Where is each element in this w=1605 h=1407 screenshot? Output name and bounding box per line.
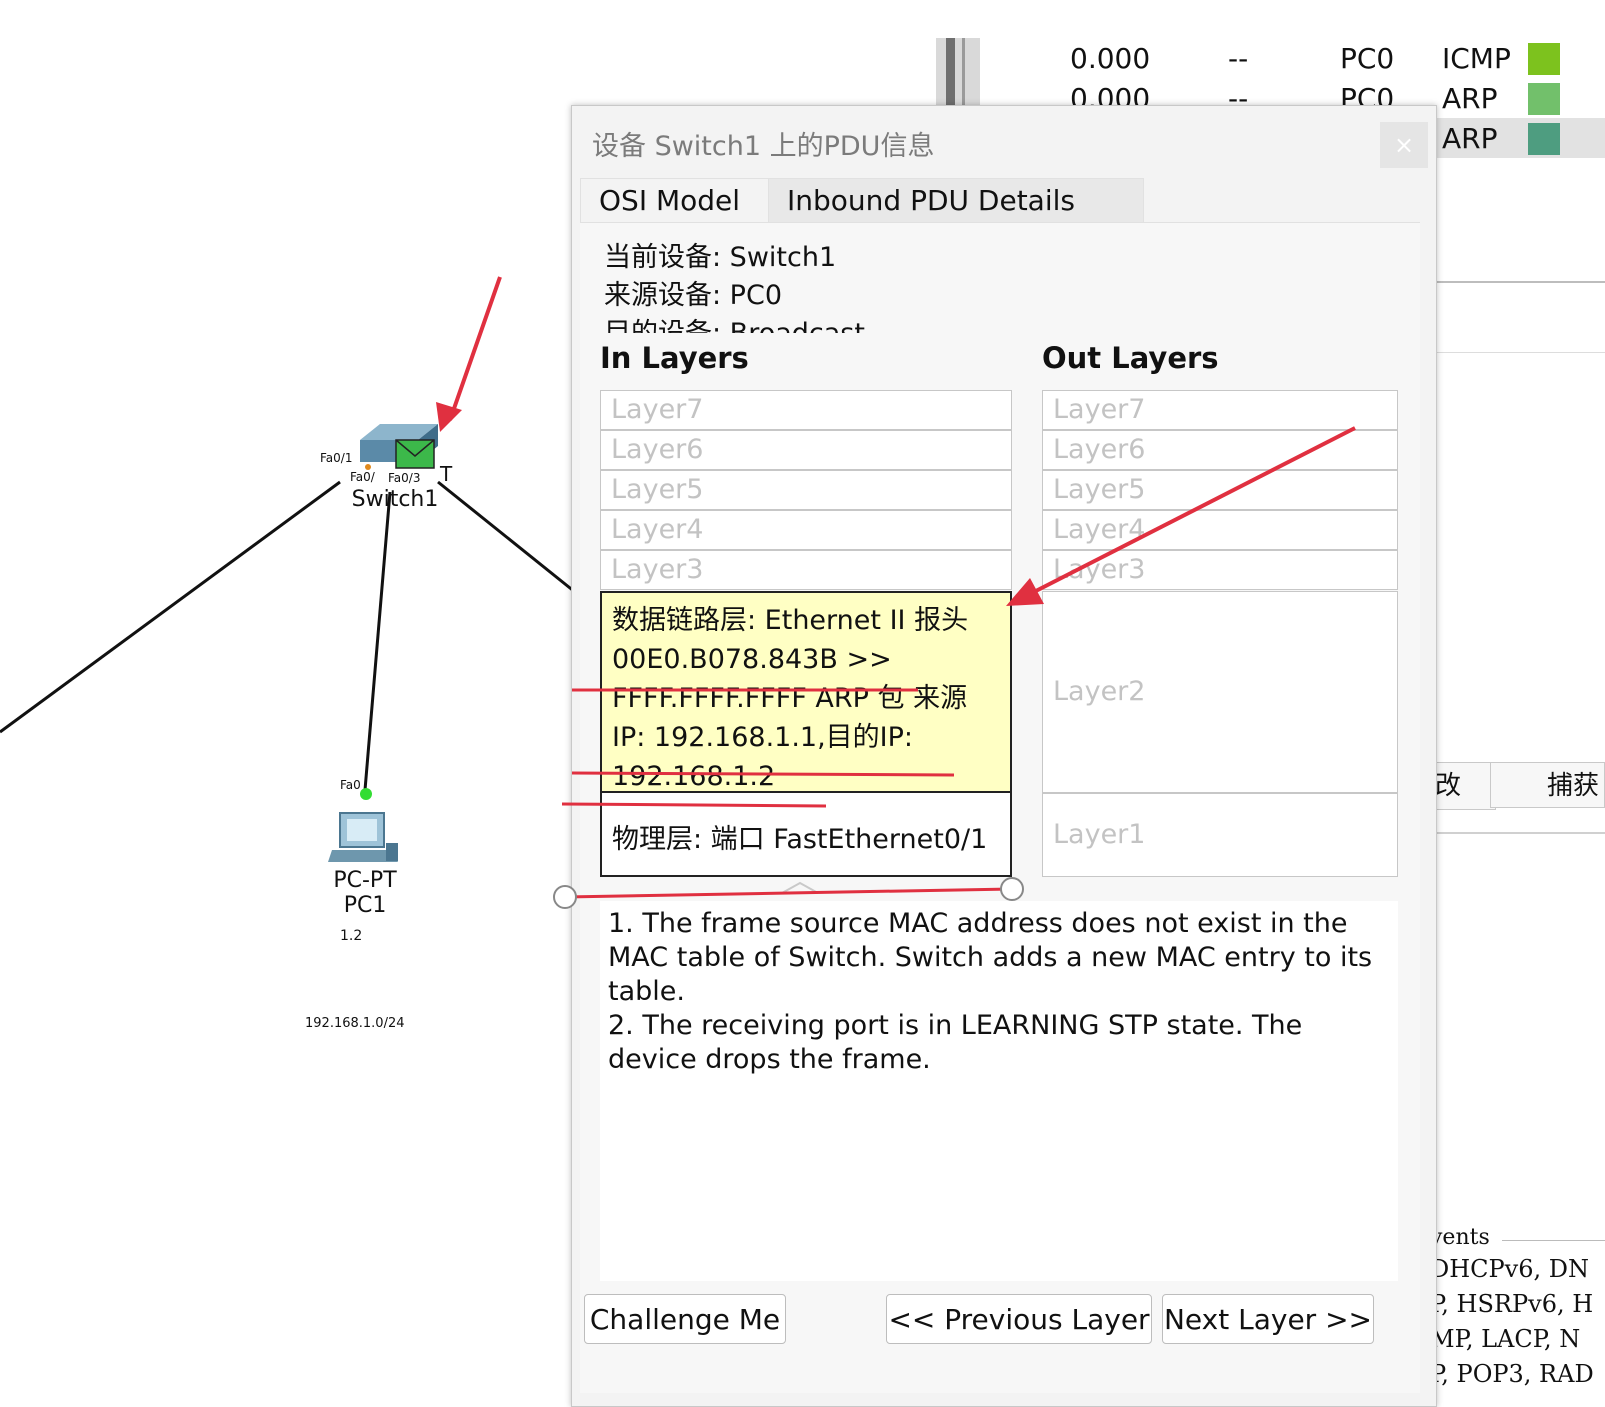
event-at-device: PC0 xyxy=(1340,42,1395,75)
source-device: 来源设备: PC0 xyxy=(604,280,782,311)
osi-model-panel: 当前设备: Switch1 来源设备: PC0 目的设备: Broadcast … xyxy=(580,222,1420,1393)
event-row[interactable]: 0.000 -- PC0 ICMP xyxy=(980,38,1605,78)
in-layers-title: In Layers xyxy=(600,341,749,375)
filter-text: MP, LACP, N xyxy=(1430,1325,1581,1353)
filter-text: P, POP3, RAD xyxy=(1430,1360,1594,1388)
switch-suffix: T xyxy=(440,462,453,486)
scrollbar-track xyxy=(962,38,965,106)
out-layers-title: Out Layers xyxy=(1042,341,1219,375)
filter-text: P, HSRPv6, H xyxy=(1430,1290,1594,1318)
splitter-handle[interactable] xyxy=(780,881,820,895)
out-layer-4[interactable]: Layer4 xyxy=(1042,510,1398,550)
event-type: ARP xyxy=(1442,122,1498,155)
out-layer-1[interactable]: Layer1 xyxy=(1042,793,1398,877)
datalink-line: 00E0.B078.843B >> xyxy=(612,644,892,675)
side-button-label: 改 xyxy=(1435,771,1462,801)
capture-button[interactable]: 捕获 xyxy=(1490,762,1605,808)
capture-button-label: 捕获 xyxy=(1547,771,1600,801)
description-panel: 1. The frame source MAC address does not… xyxy=(600,901,1398,1281)
pdu-envelope-icon xyxy=(395,439,435,469)
datalink-line: FFFF.FFFF.FFFF ARP 包 来源 xyxy=(612,683,968,714)
description-line: 2. The receiving port is in LEARNING STP… xyxy=(608,1010,1303,1075)
event-time: 0.000 xyxy=(1070,42,1151,75)
out-layer-2[interactable]: Layer2 xyxy=(1042,591,1398,793)
event-color-swatch xyxy=(1528,43,1560,75)
destination-device: 目的设备: Broadcast xyxy=(604,311,865,333)
datalink-line: 数据链路层: Ethernet II 报头 xyxy=(612,605,969,636)
link-line xyxy=(363,491,392,791)
pc-name-label[interactable]: PC1 xyxy=(320,893,410,918)
in-layer-3[interactable]: Layer3 xyxy=(600,550,1012,590)
next-layer-button[interactable]: Next Layer >> xyxy=(1162,1294,1374,1344)
in-layer-2-datalink[interactable]: 数据链路层: Ethernet II 报头 00E0.B078.843B >> … xyxy=(600,591,1012,793)
event-color-swatch xyxy=(1528,83,1560,115)
in-layer-5[interactable]: Layer5 xyxy=(600,470,1012,510)
event-type: ARP xyxy=(1442,82,1498,115)
in-layer-1-physical[interactable]: 物理层: 端口 FastEthernet0/1 xyxy=(600,791,1012,877)
out-layer-5[interactable]: Layer5 xyxy=(1042,470,1398,510)
filter-text: DHCPv6, DN xyxy=(1430,1255,1590,1283)
datalink-line: IP: 192.168.1.1,目的IP: xyxy=(612,722,914,753)
current-device: 当前设备: Switch1 xyxy=(604,242,837,273)
tab-label: Inbound PDU Details xyxy=(787,184,1075,217)
out-layer-6[interactable]: Layer6 xyxy=(1042,430,1398,470)
scrollbar-thumb[interactable] xyxy=(946,38,955,106)
challenge-me-button[interactable]: Challenge Me xyxy=(584,1294,786,1344)
previous-layer-button[interactable]: << Previous Layer xyxy=(886,1294,1152,1344)
event-color-swatch xyxy=(1528,123,1560,155)
event-filter-title: vents xyxy=(1430,1225,1490,1250)
panel-divider xyxy=(1433,352,1605,353)
panel-divider xyxy=(1433,832,1605,834)
event-list-scrollbar[interactable] xyxy=(936,38,980,106)
description-line: 1. The frame source MAC address does not… xyxy=(608,908,1373,1007)
pc-icon xyxy=(328,812,398,862)
in-layer-4[interactable]: Layer4 xyxy=(600,510,1012,550)
event-type: ICMP xyxy=(1442,42,1511,75)
switch-label[interactable]: Switch1 xyxy=(350,487,440,512)
out-layer-3[interactable]: Layer3 xyxy=(1042,550,1398,590)
link-line xyxy=(0,480,341,734)
tab-label: OSI Model xyxy=(599,184,741,217)
in-layer-6[interactable]: Layer6 xyxy=(600,430,1012,470)
event-last-device: -- xyxy=(1228,42,1249,75)
group-border xyxy=(1502,1240,1605,1241)
close-button[interactable]: × xyxy=(1380,122,1428,168)
link-line xyxy=(437,480,576,594)
network-note: 192.168.1.0/24 xyxy=(305,1016,405,1031)
annotation-arrowhead xyxy=(436,402,462,432)
dialog-title: 设备 Switch1 上的PDU信息 xyxy=(592,131,935,162)
topology-canvas xyxy=(0,276,576,862)
pdu-info-dialog: 设备 Switch1 上的PDU信息 × OSI Model Inbound P… xyxy=(571,105,1437,1407)
link-status-light xyxy=(360,788,372,800)
port-label: Fa0/ xyxy=(350,470,375,484)
annotation-arrow xyxy=(448,276,502,421)
panel-divider xyxy=(1433,281,1605,283)
in-layer-7[interactable]: Layer7 xyxy=(600,390,1012,430)
port-label: Fa0/1 xyxy=(320,451,353,465)
pc-type-label: PC-PT xyxy=(333,868,397,893)
port-label: Fa0/3 xyxy=(388,471,421,485)
pc-note: 1.2 xyxy=(340,928,363,944)
close-icon: × xyxy=(1393,131,1415,159)
tab-inbound-pdu-details[interactable]: Inbound PDU Details xyxy=(768,178,1144,224)
port-label: Fa0 xyxy=(340,778,361,792)
out-layer-7[interactable]: Layer7 xyxy=(1042,390,1398,430)
